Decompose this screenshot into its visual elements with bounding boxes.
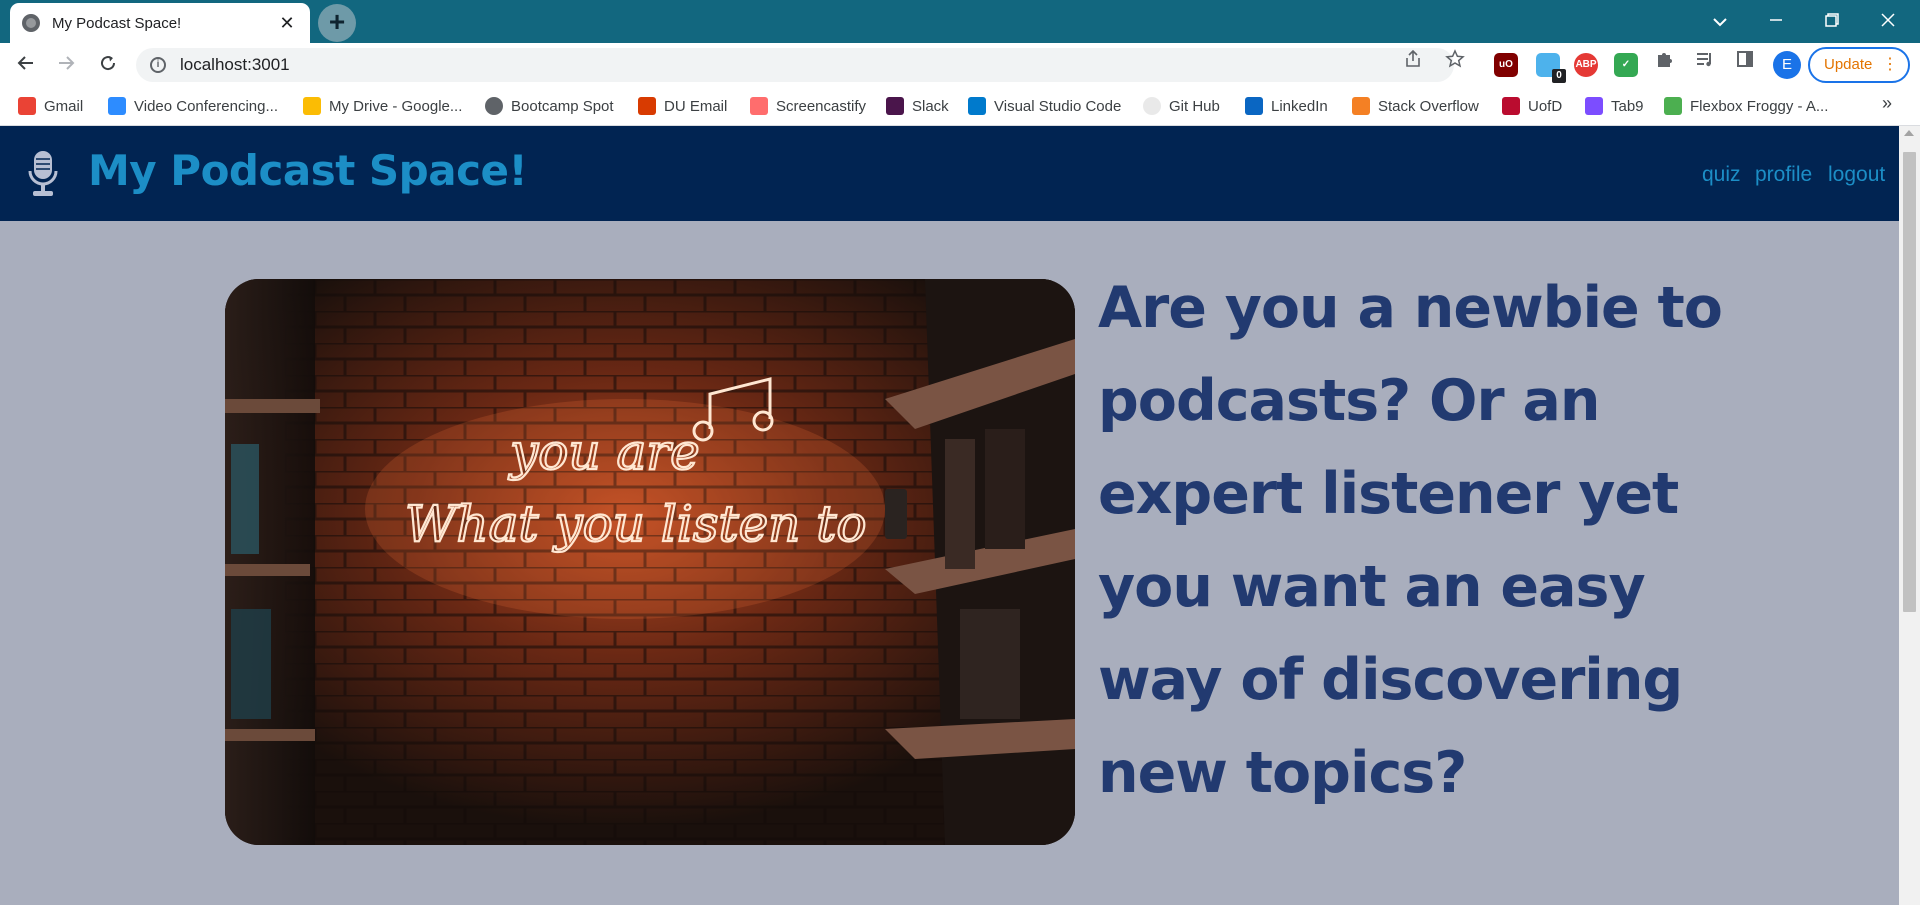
tab-title: My Podcast Space! xyxy=(52,14,182,32)
site-info-icon[interactable]: i xyxy=(150,57,166,73)
site-header: My Podcast Space! quiz profile logout xyxy=(0,126,1899,221)
extensions-puzzle-icon[interactable] xyxy=(1650,48,1680,78)
extension-badge: 0 xyxy=(1552,69,1566,83)
bookmark-item[interactable]: Video Conferencing... xyxy=(108,95,278,117)
vscode-icon xyxy=(968,97,986,115)
bookmark-item[interactable]: Git Hub xyxy=(1143,95,1220,117)
bookmark-item[interactable]: Tab9 xyxy=(1585,95,1644,117)
scroll-up-arrow-icon[interactable] xyxy=(1904,130,1914,136)
browser-tab-strip: My Podcast Space! ✕ + xyxy=(0,0,1920,43)
bookmark-label: Gmail xyxy=(44,97,84,115)
hero-line: expert listener yet xyxy=(1098,461,1679,527)
bookmark-item[interactable]: Stack Overflow xyxy=(1352,95,1479,117)
bookmark-label: Slack xyxy=(912,97,949,115)
bookmark-item[interactable]: Slack xyxy=(886,95,949,117)
microphone-logo-icon xyxy=(28,151,58,196)
hero-line: you want an easy xyxy=(1098,554,1646,620)
bookmark-label: Video Conferencing... xyxy=(134,97,278,115)
bookmark-label: LinkedIn xyxy=(1271,97,1328,115)
minimize-icon[interactable] xyxy=(1748,4,1804,38)
restore-icon[interactable] xyxy=(1804,4,1860,38)
site-title[interactable]: My Podcast Space! xyxy=(88,146,528,195)
bookmark-item[interactable]: Flexbox Froggy - A... xyxy=(1664,95,1828,117)
bookmark-item[interactable]: DU Email xyxy=(638,95,727,117)
frog-icon xyxy=(1664,97,1682,115)
forward-arrow-icon[interactable] xyxy=(50,49,82,81)
hero-line: new topics? xyxy=(1098,740,1467,806)
media-controls-icon[interactable] xyxy=(1690,48,1720,78)
google-drive-icon xyxy=(303,97,321,115)
hero-image: you are What you listen to xyxy=(225,279,1075,845)
adblock-plus-icon[interactable]: ABP xyxy=(1574,53,1598,77)
bookmark-item[interactable]: My Drive - Google... xyxy=(303,95,462,117)
bookmark-item[interactable]: Screencastify xyxy=(750,95,866,117)
close-window-icon[interactable] xyxy=(1860,4,1916,38)
gmail-icon xyxy=(18,97,36,115)
hero-heading: Are you a newbie to podcasts? Or an expe… xyxy=(1098,262,1738,820)
update-button[interactable]: Update ⋮ xyxy=(1808,47,1910,83)
slack-icon xyxy=(886,97,904,115)
hero-line: Are you a newbie to xyxy=(1098,275,1723,341)
ghostery-icon[interactable]: 0 xyxy=(1536,53,1566,83)
address-bar[interactable]: i localhost:3001 xyxy=(136,48,1454,82)
bookmark-item[interactable]: Bootcamp Spot xyxy=(485,95,614,117)
share-icon[interactable] xyxy=(1398,48,1428,78)
bookmark-star-icon[interactable] xyxy=(1440,48,1470,78)
back-arrow-icon[interactable] xyxy=(10,49,42,81)
new-tab-button[interactable]: + xyxy=(318,4,356,42)
zoom-icon xyxy=(108,97,126,115)
nav-link-quiz[interactable]: quiz xyxy=(1702,163,1741,187)
page-scrollbar[interactable] xyxy=(1899,126,1920,905)
scrollbar-thumb[interactable] xyxy=(1903,152,1916,612)
hero-line: podcasts? Or an xyxy=(1098,368,1600,434)
bookmark-label: Tab9 xyxy=(1611,97,1644,115)
bookmark-label: Git Hub xyxy=(1169,97,1220,115)
bookmark-item[interactable]: Gmail xyxy=(18,95,83,117)
globe-icon xyxy=(22,14,40,32)
bookmark-label: Bootcamp Spot xyxy=(511,97,614,115)
tab-search-icon[interactable] xyxy=(1692,4,1748,38)
linkedin-icon xyxy=(1245,97,1263,115)
globe-icon xyxy=(485,97,503,115)
bookmark-label: Flexbox Froggy - A... xyxy=(1690,97,1829,115)
office-icon xyxy=(638,97,656,115)
ublock-icon[interactable]: uO xyxy=(1494,53,1518,77)
reload-icon[interactable] xyxy=(92,49,124,81)
bookmark-item[interactable]: Visual Studio Code xyxy=(968,95,1121,117)
close-tab-icon[interactable]: ✕ xyxy=(276,13,298,34)
neon-line-1: you are xyxy=(508,423,700,481)
neon-line-2: What you listen to xyxy=(405,495,866,553)
nav-link-logout[interactable]: logout xyxy=(1828,163,1885,187)
browser-toolbar: i localhost:3001 uO 0 ABP ✓ E Update ⋮ xyxy=(0,43,1920,86)
bookmarks-overflow-chevron-icon[interactable]: » xyxy=(1882,93,1892,114)
browser-tab[interactable]: My Podcast Space! ✕ xyxy=(10,3,310,43)
screencastify-icon xyxy=(750,97,768,115)
bookmark-label: DU Email xyxy=(664,97,728,115)
uofd-icon xyxy=(1502,97,1520,115)
bookmark-item[interactable]: UofD xyxy=(1502,95,1562,117)
bookmark-label: Stack Overflow xyxy=(1378,97,1479,115)
update-label: Update xyxy=(1824,56,1873,73)
side-panel-icon[interactable] xyxy=(1730,48,1760,78)
stackoverflow-icon xyxy=(1352,97,1370,115)
bookmark-label: Screencastify xyxy=(776,97,867,115)
bookmark-label: My Drive - Google... xyxy=(329,97,463,115)
bookmark-label: UofD xyxy=(1528,97,1563,115)
menu-dots-icon[interactable]: ⋮ xyxy=(1882,49,1898,81)
profile-avatar[interactable]: E xyxy=(1773,51,1801,79)
hero-line: way of discovering xyxy=(1098,647,1683,713)
bookmark-item[interactable]: LinkedIn xyxy=(1245,95,1328,117)
shield-icon[interactable]: ✓ xyxy=(1614,53,1638,77)
url-text: localhost:3001 xyxy=(180,55,290,74)
nav-link-profile[interactable]: profile xyxy=(1755,163,1812,187)
bookmark-label: Visual Studio Code xyxy=(994,97,1122,115)
github-icon xyxy=(1143,97,1161,115)
tab9-icon xyxy=(1585,97,1603,115)
bookmarks-bar: Gmail Video Conferencing... My Drive - G… xyxy=(0,86,1920,126)
